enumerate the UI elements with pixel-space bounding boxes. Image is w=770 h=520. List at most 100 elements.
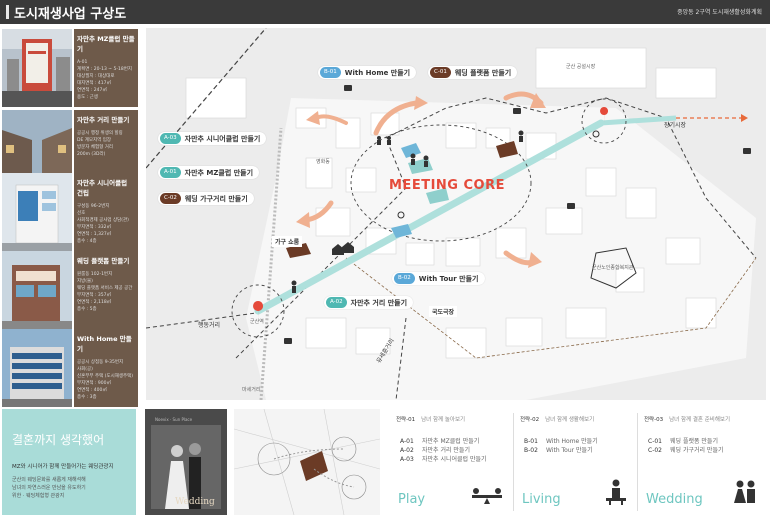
concept-headline: 결혼까지 생각했어 [12, 433, 105, 447]
info-line: 층수 : 4층 [77, 239, 97, 244]
info-line: 지방(물) [77, 279, 93, 284]
program-wedding[interactable]: 전략-03 남녀 함께 결혼 준비해보기 C-01 웨딩 플랫폼 만들기 C-02 웨… [638, 409, 768, 515]
program-play-head: 전략-01 남녀 함께 놀아보기 [396, 415, 514, 423]
info-line: 공공시 행정 위생의 힐링 [77, 131, 123, 136]
text-c02: 웨딩 가구거리 만들기 [184, 194, 248, 203]
seesaw-icon [472, 488, 502, 504]
project-card-senior-club[interactable]: 자만추 시니어클럽 건립 구성동 96-2번지 선호 사회적경제 공사업 상담(… [2, 173, 138, 251]
label-a01[interactable]: A-01 자만추 MZ클럽 만들기 [158, 166, 260, 179]
info-line: 연면적 : 247㎡ [77, 88, 107, 93]
gukdo-theater-label: 국도극장 [429, 306, 458, 317]
program-step: 전략-02 [520, 417, 540, 423]
market-right-label: 장기시장 [664, 122, 687, 129]
senior-club-photo [2, 173, 72, 251]
code-a03: A-03 [160, 133, 181, 144]
info-line: 사회적경제 공사업 상담(관) [77, 218, 129, 223]
program-step: 전략-01 [396, 417, 416, 423]
label-a02[interactable]: A-02 자만추 거리 만들기 [324, 296, 414, 309]
info-line: 공공시 상점동 9-35번지 [77, 360, 124, 365]
program-living-rows: B-01 With Home 만들기 B-02 With Tour 만들기 [514, 437, 638, 455]
concept-box: 결혼까지 생각했어 MZ와 시니어가 함께 만들어가는 웨딩관광지 군산의 웨딩… [2, 409, 136, 515]
furniture-showroom-label: 가구 쇼룸 [272, 236, 303, 247]
code-c02: C-02 [160, 193, 181, 204]
row-code: B-02 [524, 447, 538, 454]
program-name: 남녀 함께 생활해보기 [545, 417, 595, 423]
program-row: C-01 웨딩 플랫폼 만들기 [648, 437, 768, 446]
info-line: DE 계모지역 입장 [77, 138, 112, 143]
bride-groom-icon [734, 480, 755, 503]
label-c01[interactable]: C-01 웨딩 플랫폼 만들기 [428, 66, 518, 79]
info-line: 층수 : 3층 [77, 395, 97, 400]
mz-club-title: 자만추 MZ클럽 만들기 [77, 35, 135, 53]
info-line: 부지면적 : 332㎡ [77, 225, 112, 230]
program-play[interactable]: 전략-01 남녀 함께 놀아보기 A-01 자만추 MZ클럽 만들기 A-02 자만추… [390, 409, 514, 515]
street-title: 자만추 거리 만들기 [77, 116, 130, 124]
row-code: C-01 [648, 438, 662, 445]
program-wedding-head: 전략-03 남녀 함께 결혼 준비해보기 [644, 415, 768, 423]
header-bar: 도시재생사업 구상도 중앙동 2구역 도시재생활성화계획 [0, 0, 770, 24]
with-home-title: With Home 만들기 [77, 335, 132, 353]
road-label-left: 행동거리 [198, 322, 221, 329]
program-row: B-01 With Home 만들기 [524, 437, 638, 446]
text-a03: 자만추 시니어클럽 만들기 [184, 134, 261, 143]
program-living[interactable]: 전략-02 남녀 함께 생활해보기 B-01 With Home 만들기 B-02 W… [514, 409, 638, 515]
meeting-core-label: MEETING CORE [389, 178, 505, 193]
yeonghwa-label: 영화동 [316, 159, 330, 165]
desc-line: 군산의 웨딩문화를 새롭게 재해석해 [12, 477, 86, 483]
label-b02[interactable]: B-02 With Tour 만들기 [392, 272, 485, 285]
info-line: 사회(공) [77, 367, 93, 372]
row-text: 자만추 거리 만들기 [422, 447, 470, 454]
map-drawing [146, 28, 766, 400]
row-text: With Tour 만들기 [546, 447, 593, 454]
welfare-center-label: 군산노인종합복지관 [592, 265, 634, 271]
desc-line: 위한 · 웨딩체험형 관광지 [12, 493, 65, 499]
code-a01: A-01 [160, 167, 181, 178]
wedding-platform-photo [2, 251, 72, 329]
program-row: B-02 With Tour 만들기 [524, 446, 638, 455]
text-a01: 자만추 MZ클럽 만들기 [184, 168, 254, 177]
info-line: 신혼부부 주택 (도시재생주택) [77, 374, 134, 379]
wedding-photo: Noevix · Sun Place Wedding [145, 409, 227, 515]
label-b01[interactable]: B-01 With Home 만들기 [318, 66, 417, 79]
info-line: 층수 : 5층 [77, 307, 97, 312]
info-line: 연면적 : 1,327㎡ [77, 232, 112, 237]
code-c01: C-01 [430, 67, 451, 78]
text-b02: With Tour 만들기 [418, 274, 479, 283]
code-b02: B-02 [394, 273, 415, 284]
info-line: 계획면 : 20-13 ~ 5-18번지 [77, 67, 132, 72]
info-line: 200m (3D라) [77, 152, 106, 157]
info-line: 원룸동 102-1번지 [77, 272, 113, 277]
program-row: A-02 자만추 거리 만들기 [400, 446, 514, 455]
with-home-photo [2, 329, 72, 407]
info-line: 부지면적 : 357㎡ [77, 293, 112, 298]
program-name: 남녀 함께 결혼 준비해보기 [669, 417, 731, 423]
page-title: 도시재생사업 구상도 [14, 7, 127, 22]
cooking-person-icon [606, 479, 626, 505]
site-map[interactable]: B-01 With Home 만들기 C-01 웨딩 플랫폼 만들기 A-03 자만추… [146, 28, 766, 400]
text-b01: With Home 만들기 [344, 68, 411, 77]
header-subtitle: 중앙동 2구역 도시재생활성화계획 [677, 9, 762, 16]
project-card-with-home[interactable]: With Home 만들기 공공시 상점동 9-35번지 사회(공) 신혼부부 … [2, 329, 138, 407]
mz-club-info: 자만추 MZ클럽 만들기 A-01 계획면 : 20-13 ~ 5-18번지 대… [74, 29, 138, 107]
label-c02[interactable]: C-02 웨딩 가구거리 만들기 [158, 192, 254, 205]
senior-club-title: 자만추 시니어클럽 건립 [77, 179, 128, 197]
concept-description: 군산의 웨딩문화를 새롭게 재해석해 남녀의 자연스러운 만남을 유도하기 위한… [12, 476, 130, 500]
text-c01: 웨딩 플랫폼 만들기 [454, 68, 512, 77]
program-wedding-word: Wedding [646, 492, 703, 507]
concept-subtitle: MZ와 시니어가 함께 만들어가는 웨딩관광지 [12, 464, 114, 470]
code-a02: A-02 [326, 297, 347, 308]
info-line: 대지면적 : 417㎡ [77, 81, 112, 86]
row-code: A-03 [400, 456, 414, 463]
row-text: 웨딩 플랫폼 만들기 [670, 438, 718, 445]
program-living-word: Living [522, 492, 561, 507]
program-row: A-03 자만추 시니어클럽 만들기 [400, 455, 514, 464]
program-play-word: Play [398, 492, 426, 507]
project-card-wedding-platform[interactable]: 웨딩 플랫폼 만들기 원룸동 102-1번지 지방(물) 웨딩 플랫폼 서비스 … [2, 251, 138, 329]
label-a03[interactable]: A-03 자만추 시니어클럽 만들기 [158, 132, 267, 145]
project-card-mz-club[interactable]: 자만추 MZ클럽 만들기 A-01 계획면 : 20-13 ~ 5-18번지 대… [2, 29, 138, 107]
info-line: 연면적 : 2,118㎡ [77, 300, 112, 305]
station-label: 군산역 [250, 319, 264, 325]
info-line: 웨딩 플랫폼 서비스 제공 공간 [77, 286, 133, 291]
program-step: 전략-03 [644, 417, 664, 423]
wedding-platform-title: 웨딩 플랫폼 만들기 [77, 257, 130, 265]
